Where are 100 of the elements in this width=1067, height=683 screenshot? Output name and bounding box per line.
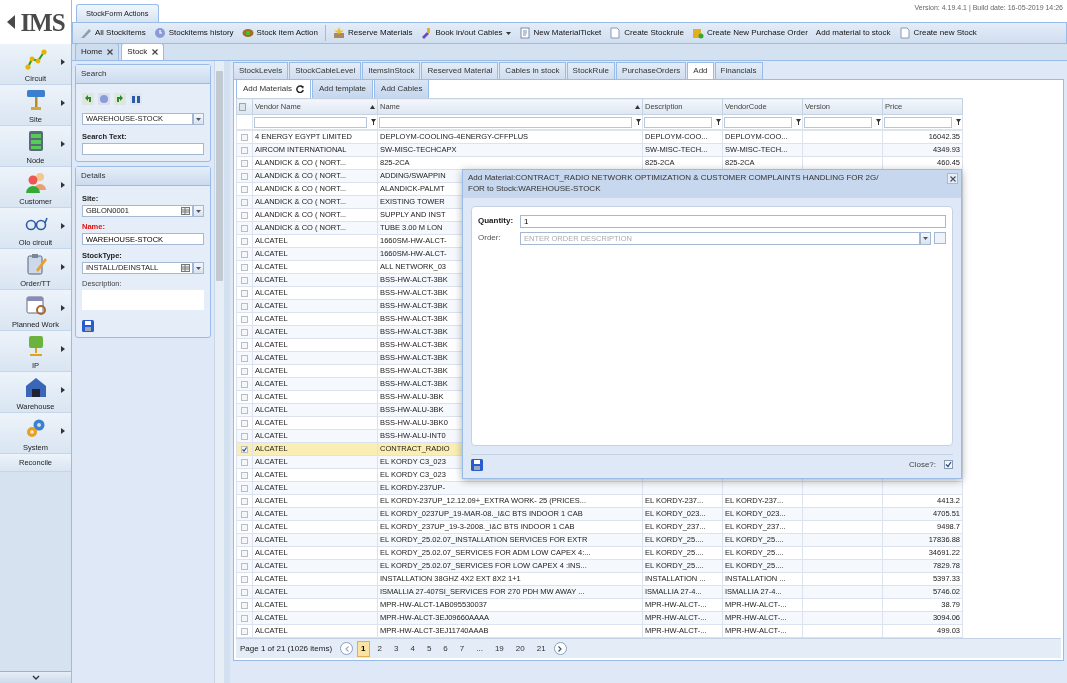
page-button[interactable]: 3 <box>389 640 403 657</box>
expand-arrow-icon[interactable] <box>61 182 65 188</box>
filter-icon[interactable] <box>956 119 961 125</box>
checkbox[interactable] <box>241 341 248 349</box>
checkbox[interactable] <box>241 549 248 557</box>
checkbox[interactable] <box>241 601 248 609</box>
checkbox[interactable] <box>241 250 248 258</box>
checkbox[interactable] <box>241 484 248 492</box>
checkbox[interactable] <box>241 445 248 453</box>
tab[interactable]: StockCableLevel <box>289 62 362 79</box>
sort-arrow-icon[interactable] <box>370 104 375 109</box>
previous-page-button[interactable] <box>340 642 354 655</box>
expand-arrow-icon[interactable] <box>61 387 65 393</box>
undo-arrow-icon[interactable] <box>82 93 94 105</box>
checkbox[interactable] <box>241 328 248 336</box>
description-field[interactable] <box>82 290 204 311</box>
document-tab[interactable]: Stock <box>121 43 165 60</box>
select-all-checkbox[interactable] <box>239 102 246 111</box>
checkbox[interactable] <box>241 211 248 219</box>
toolbar-button[interactable]: Book in/out Cables <box>416 26 515 40</box>
dropdown-button[interactable] <box>193 262 204 274</box>
checkbox[interactable] <box>241 510 248 518</box>
expand-arrow-icon[interactable] <box>61 264 65 270</box>
table-icon[interactable] <box>181 264 190 272</box>
page-button[interactable]: 4 <box>406 640 419 657</box>
filter-icon[interactable] <box>636 119 641 125</box>
expand-arrow-icon[interactable] <box>61 59 65 65</box>
page-button[interactable]: 19 <box>490 640 508 657</box>
close-icon[interactable] <box>107 49 114 55</box>
filter-field[interactable] <box>804 116 872 128</box>
toolbar-button[interactable]: All StockItems <box>76 26 150 40</box>
checkbox[interactable] <box>241 146 248 154</box>
checkbox[interactable] <box>241 263 248 271</box>
checkbox[interactable] <box>241 471 248 479</box>
toolbar-button[interactable]: Create Stockrule <box>605 26 688 40</box>
filter-icon[interactable] <box>796 119 801 125</box>
sort-arrow-icon[interactable] <box>635 104 640 109</box>
checkbox[interactable] <box>241 172 248 180</box>
tab[interactable]: Add template <box>311 79 374 98</box>
save-icon[interactable] <box>82 320 94 333</box>
search-field[interactable] <box>82 143 204 156</box>
checkbox[interactable] <box>241 393 248 401</box>
checkbox[interactable] <box>241 458 248 466</box>
close-icon[interactable] <box>152 49 159 55</box>
expand-arrow-icon[interactable] <box>61 141 65 147</box>
checkbox[interactable] <box>241 237 248 245</box>
table-icon[interactable] <box>181 207 190 215</box>
checkbox[interactable] <box>241 536 248 544</box>
dropdown-button[interactable] <box>193 205 204 217</box>
chevron-down-icon[interactable] <box>31 675 40 680</box>
checkbox[interactable] <box>241 302 248 310</box>
checkbox[interactable] <box>241 159 248 167</box>
tab[interactable]: PurchaseOrders <box>616 62 687 79</box>
checkbox[interactable] <box>241 419 248 427</box>
toolbar-button[interactable]: Stockitems history <box>149 26 238 40</box>
checkbox[interactable] <box>241 380 248 388</box>
document-tab[interactable]: Home <box>75 43 120 60</box>
toolbar-button[interactable]: Create new Stock <box>894 26 981 40</box>
checkbox[interactable] <box>241 354 248 362</box>
tab[interactable]: Cables in stock <box>499 62 566 79</box>
page-button[interactable]: 5 <box>422 640 436 657</box>
quantity-field[interactable]: 1 <box>520 214 946 228</box>
tab[interactable]: Add <box>687 62 714 79</box>
redo-arrow-icon[interactable] <box>114 93 126 105</box>
checkbox[interactable] <box>241 627 248 635</box>
refresh-icon[interactable] <box>295 85 304 93</box>
tab[interactable]: StockLevels <box>233 62 289 79</box>
checkbox[interactable] <box>241 276 248 284</box>
checkbox[interactable] <box>241 406 248 414</box>
checkbox[interactable] <box>241 562 248 570</box>
tab[interactable]: Reserved Material <box>421 62 499 79</box>
expand-arrow-icon[interactable] <box>61 428 65 434</box>
page-button[interactable]: 6 <box>439 640 452 657</box>
toolbar-button[interactable]: Add material to stock <box>811 26 895 40</box>
page-button[interactable]: 1 <box>357 640 370 657</box>
tab[interactable]: Add Cables <box>374 79 430 98</box>
toolbar-button[interactable]: New MaterialTicket <box>514 26 606 40</box>
filter-field[interactable] <box>884 116 952 128</box>
checkbox[interactable] <box>241 185 248 193</box>
toolbar-button[interactable]: Create New Purchase Order <box>687 26 812 40</box>
checkbox[interactable] <box>241 588 248 596</box>
checkbox[interactable] <box>241 523 248 531</box>
checkbox[interactable] <box>241 614 248 622</box>
filter-field[interactable] <box>644 116 712 128</box>
expand-arrow-icon[interactable] <box>61 223 65 229</box>
filter-icon[interactable] <box>876 119 881 125</box>
checkbox[interactable] <box>241 497 248 505</box>
dropdown-button[interactable] <box>193 113 204 125</box>
binoculars-icon[interactable] <box>130 93 142 105</box>
page-button[interactable]: 20 <box>511 640 529 657</box>
checkbox[interactable] <box>241 198 248 206</box>
expand-arrow-icon[interactable] <box>61 305 65 311</box>
filter-field[interactable] <box>724 116 792 128</box>
expand-arrow-icon[interactable] <box>61 100 65 106</box>
save-icon[interactable] <box>471 458 483 471</box>
filter-icon[interactable] <box>716 119 721 125</box>
dropdown-button[interactable] <box>920 231 931 245</box>
page-button[interactable]: 21 <box>532 640 550 657</box>
checkbox[interactable] <box>241 432 248 440</box>
next-page-button[interactable] <box>553 642 567 655</box>
